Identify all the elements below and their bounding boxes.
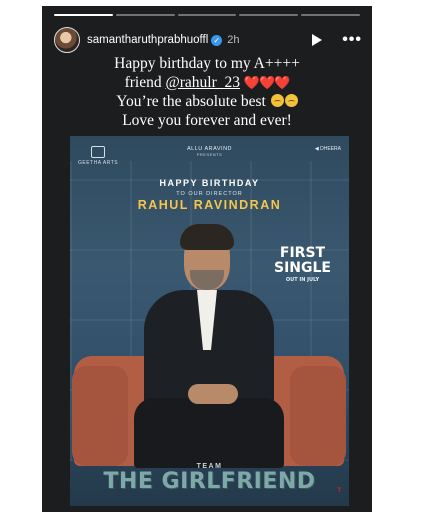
caption-line: Happy birthday to my A++++: [114, 55, 300, 72]
birthday-poster: GEETHA ARTS ALLU ARAVIND PRESENTS ◀ DHEE…: [70, 136, 349, 506]
first-single-badge: FIRST SINGLE OUT IN JULY: [274, 245, 331, 284]
story-progress-bar: [54, 14, 360, 16]
username[interactable]: samantharuthprabhuoffl: [87, 34, 208, 46]
progress-segment: [115, 14, 175, 16]
progress-segment: [54, 14, 113, 16]
story-viewer: samantharuthprabhuoffl ✓ 2h ••• Happy bi…: [42, 6, 372, 512]
play-icon[interactable]: [312, 34, 323, 46]
progress-segment: [239, 14, 299, 16]
progress-segment: [177, 14, 237, 16]
director-portrait: [134, 224, 284, 468]
story-caption: Happy birthday to my A++++ friend @rahul…: [42, 54, 372, 130]
caption-text: friend: [124, 74, 166, 91]
progress-segment: [301, 14, 360, 16]
post-time: 2h: [227, 34, 240, 46]
story-header: samantharuthprabhuoffl ✓ 2h •••: [54, 26, 362, 54]
mention-link[interactable]: @rahulr_23: [165, 74, 240, 91]
caption-line: friend @rahulr_23 ❤️❤️❤️: [42, 73, 372, 92]
pleading-face-icon: [270, 94, 284, 107]
avatar[interactable]: [54, 27, 80, 53]
more-icon[interactable]: •••: [342, 32, 362, 48]
film-title: THE GIRLFRIEND: [103, 469, 316, 494]
caption-line: You’re the absolute best: [42, 92, 372, 111]
poster-subheading: TO OUR DIRECTOR: [176, 191, 243, 197]
director-name: RAHUL RAVINDRAN: [137, 198, 282, 212]
presenter: ALLU ARAVIND PRESENTS: [186, 146, 233, 157]
brand-right: ◀ DHEERA: [314, 146, 341, 152]
corner-logo-icon: T: [337, 488, 341, 494]
hearts-emoji: ❤️❤️❤️: [243, 75, 291, 90]
poster-heading: HAPPY BIRTHDAY: [159, 178, 260, 188]
pleading-face-icon: [284, 94, 298, 107]
caption-text: You’re the absolute best: [116, 93, 266, 110]
caption-line: Love you forever and ever!: [122, 112, 292, 129]
verified-icon: ✓: [211, 34, 223, 46]
